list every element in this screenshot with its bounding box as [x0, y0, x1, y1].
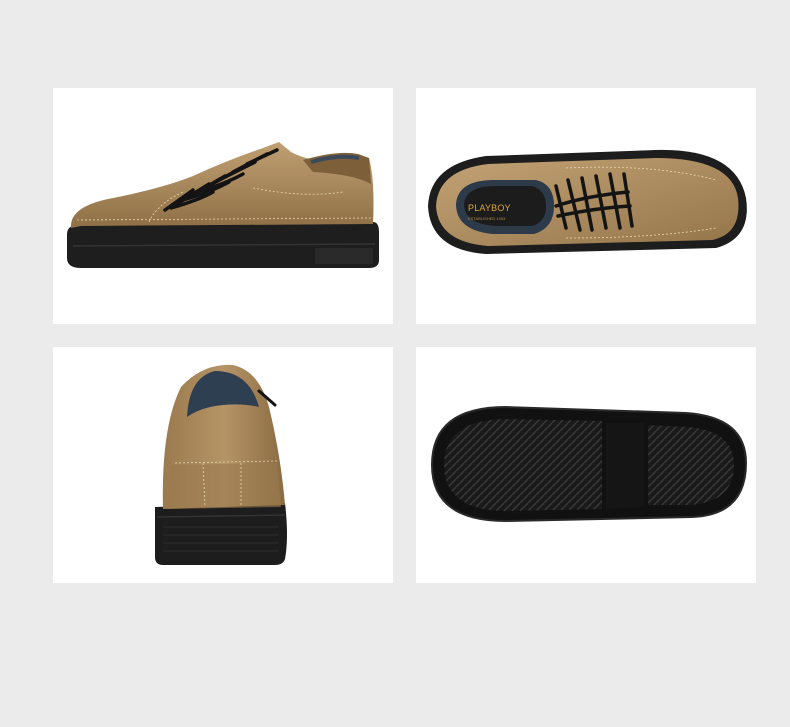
side-view-shoe	[67, 142, 379, 268]
sole-view-shoe	[430, 405, 748, 523]
insole-brand-logo: PLAYBOY	[468, 203, 511, 213]
back-view-shoe	[155, 364, 287, 565]
top-view-shoe	[428, 149, 747, 254]
sole-view-image	[416, 347, 756, 583]
top-view-image	[416, 88, 756, 324]
insole-brand-tagline: ESTABLISHED 1953	[468, 216, 506, 221]
side-view-image	[53, 88, 393, 324]
back-view-image	[53, 347, 393, 583]
